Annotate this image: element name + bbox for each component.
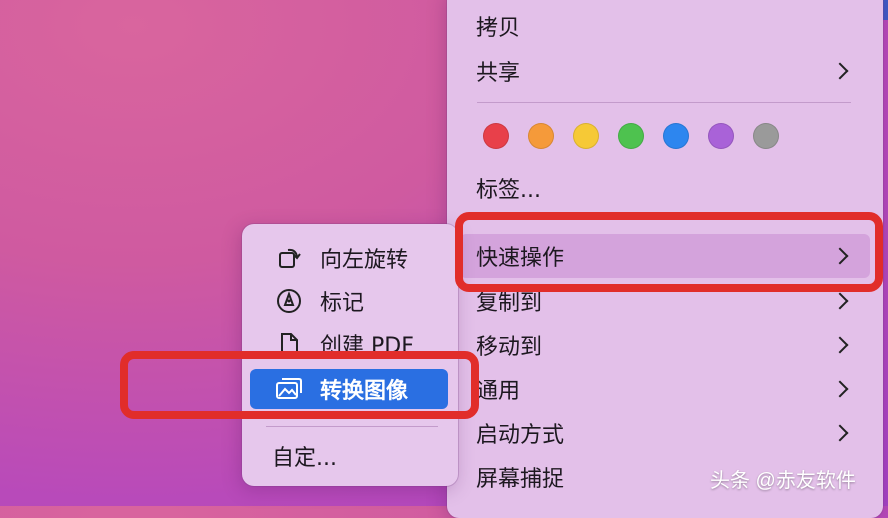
- menu-item-label: 移动到: [476, 335, 543, 360]
- menu-item-label: 通用: [476, 379, 521, 404]
- submenu-item-markup[interactable]: 标记: [250, 281, 448, 321]
- menu-item-label: 拷贝: [476, 16, 521, 41]
- menu-item-general[interactable]: 通用: [460, 367, 870, 411]
- tag-color-row: [483, 123, 779, 149]
- chevron-right-icon: [831, 380, 849, 398]
- chevron-right-icon: [831, 62, 849, 80]
- submenu-separator: [266, 426, 438, 427]
- menu-separator: [477, 102, 851, 103]
- tag-red[interactable]: [483, 123, 509, 149]
- tag-blue[interactable]: [663, 123, 689, 149]
- menu-item-label: 标签...: [476, 178, 541, 203]
- submenu-item-rotate-left[interactable]: 向左旋转: [250, 238, 448, 278]
- watermark-text: 头条 @赤友软件: [710, 470, 856, 492]
- menu-item-tags[interactable]: 标签...: [460, 166, 870, 210]
- annotation-convert-image: [120, 351, 479, 419]
- chevron-right-icon: [831, 292, 849, 310]
- menu-item-open-with[interactable]: 启动方式: [460, 411, 870, 455]
- submenu-item-label: 自定...: [272, 446, 337, 471]
- menu-item-move-to[interactable]: 移动到: [460, 323, 870, 367]
- chevron-right-icon: [831, 336, 849, 354]
- annotation-quick-actions: [455, 212, 883, 292]
- tag-gray[interactable]: [753, 123, 779, 149]
- chevron-right-icon: [831, 424, 849, 442]
- submenu-item-label: 向左旋转: [320, 248, 409, 273]
- submenu-item-label: 标记: [320, 291, 365, 316]
- menu-item-label: 启动方式: [476, 423, 565, 448]
- menu-item-label: 共享: [476, 61, 521, 86]
- rotate-left-icon: [274, 245, 304, 271]
- menu-item-share[interactable]: 共享: [460, 49, 870, 93]
- menu-item-copy[interactable]: 拷贝: [460, 4, 870, 48]
- submenu-item-customize[interactable]: 自定...: [250, 436, 448, 476]
- markup-pen-icon: [274, 288, 304, 314]
- tag-orange[interactable]: [528, 123, 554, 149]
- tag-purple[interactable]: [708, 123, 734, 149]
- menu-item-label: 屏幕捕捉: [476, 467, 565, 492]
- tag-yellow[interactable]: [573, 123, 599, 149]
- tag-green[interactable]: [618, 123, 644, 149]
